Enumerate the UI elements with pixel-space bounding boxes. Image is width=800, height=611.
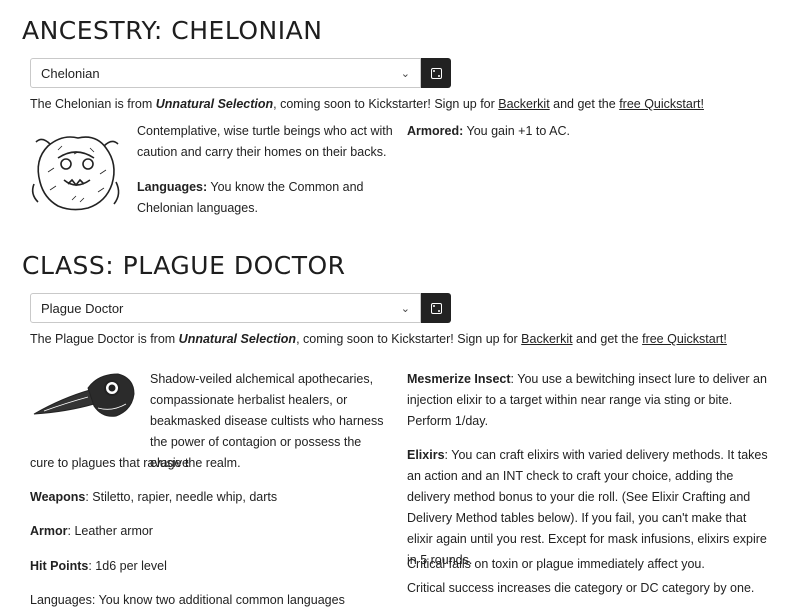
hit-points-label: Hit Points xyxy=(30,559,89,573)
class-description-continued: cure to plagues that ravage the realm. xyxy=(30,456,241,470)
ancestry-heading: ANCESTRY: CHELONIAN xyxy=(22,16,323,45)
ancestry-languages: Languages: You know the Common and Chelo… xyxy=(137,177,377,219)
critical-fail-note: Critical fails on toxin or plague immedi… xyxy=(407,557,705,571)
elixirs-text: : You can craft elixirs with varied deli… xyxy=(407,448,768,567)
chelonian-illustration xyxy=(31,136,120,211)
armored-label: Armored: xyxy=(407,124,464,138)
hit-points-line: Hit Points: 1d6 per level xyxy=(30,556,400,577)
mesmerize-label: Mesmerize Insect xyxy=(407,372,511,386)
promo-middle: , coming soon to Kickstarter! Sign up fo… xyxy=(296,332,522,346)
quickstart-link[interactable]: free Quickstart! xyxy=(619,97,704,111)
promo-prefix: The Chelonian is from xyxy=(30,97,156,111)
ancestry-select-group: Chelonian ⌄ xyxy=(30,58,451,88)
ancestry-description: Contemplative, wise turtle beings who ac… xyxy=(137,124,393,159)
weapons-label: Weapons xyxy=(30,490,86,504)
elixirs-ability: Elixirs: You can craft elixirs with vari… xyxy=(407,445,772,571)
promo-book-title: Unnatural Selection xyxy=(178,332,297,346)
mesmerize-insect-ability: Mesmerize Insect: You use a bewitching i… xyxy=(407,369,772,432)
ancestry-select-value: Chelonian xyxy=(41,65,100,81)
backerkit-link[interactable]: Backerkit xyxy=(521,332,572,346)
critical-success-note: Critical success increases die category … xyxy=(407,581,755,595)
ancestry-promo: The Chelonian is from Unnatural Selectio… xyxy=(30,97,704,111)
elixirs-label: Elixirs xyxy=(407,448,445,462)
armor-label: Armor xyxy=(30,524,68,538)
class-random-button[interactable] xyxy=(421,293,451,323)
ancestry-random-button[interactable] xyxy=(421,58,451,88)
class-select-value: Plague Doctor xyxy=(41,300,124,316)
chevron-down-icon: ⌄ xyxy=(400,67,410,80)
armor-line: Armor: Leather armor xyxy=(30,521,400,542)
backerkit-link[interactable]: Backerkit xyxy=(498,97,549,111)
quickstart-link[interactable]: free Quickstart! xyxy=(642,332,727,346)
class-promo: The Plague Doctor is from Unnatural Sele… xyxy=(30,332,727,346)
chevron-down-icon: ⌄ xyxy=(400,302,410,315)
dice-icon xyxy=(430,302,442,314)
class-select[interactable]: Plague Doctor ⌄ xyxy=(30,293,421,323)
promo-prefix: The Plague Doctor is from xyxy=(30,332,179,346)
languages-label: Languages: xyxy=(137,180,208,194)
promo-middle: , coming soon to Kickstarter! Sign up fo… xyxy=(273,97,499,111)
armored-trait: Armored: You gain +1 to AC. xyxy=(407,121,767,142)
weapons-text: : Stiletto, rapier, needle whip, darts xyxy=(85,490,278,504)
promo-book-title: Unnatural Selection xyxy=(155,97,274,111)
class-heading: CLASS: PLAGUE DOCTOR xyxy=(22,251,346,280)
class-languages-line: Languages: You know two additional commo… xyxy=(30,593,345,607)
hit-points-text: : 1d6 per level xyxy=(88,559,167,573)
armor-text: : Leather armor xyxy=(67,524,153,538)
dice-icon xyxy=(430,67,442,79)
promo-between: and get the xyxy=(572,332,643,346)
ancestry-select[interactable]: Chelonian ⌄ xyxy=(30,58,421,88)
class-select-group: Plague Doctor ⌄ xyxy=(30,293,451,323)
plague-doctor-mask-illustration xyxy=(33,373,135,417)
promo-between: and get the xyxy=(549,97,620,111)
armored-text: You gain +1 to AC. xyxy=(463,124,570,138)
weapons-line: Weapons: Stiletto, rapier, needle whip, … xyxy=(30,487,400,508)
